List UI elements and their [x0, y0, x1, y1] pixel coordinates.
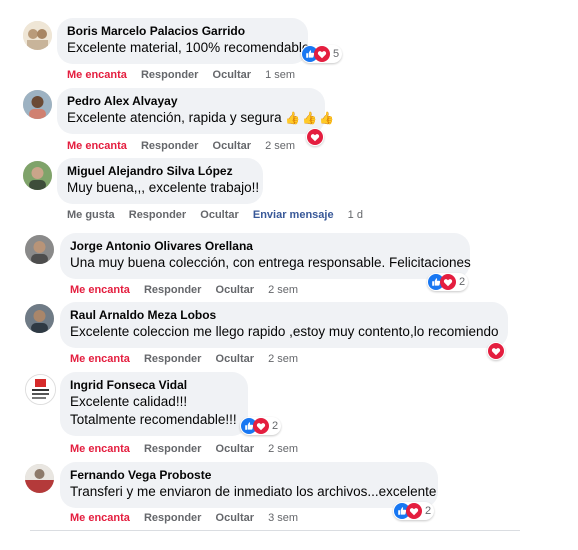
comment-author[interactable]: Boris Marcelo Palacios Garrido: [67, 24, 298, 39]
timestamp[interactable]: 2 sem: [268, 284, 298, 296]
avatar[interactable]: [23, 90, 52, 119]
comment-actions: Me encanta Responder Ocultar 1 sem: [67, 68, 306, 82]
hide-button[interactable]: Ocultar: [216, 443, 255, 455]
love-button[interactable]: Me encanta: [67, 140, 127, 152]
timestamp[interactable]: 2 sem: [265, 140, 295, 152]
comment-actions: Me encanta Responder Ocultar 2 sem: [67, 139, 306, 153]
love-reaction-icon: [440, 274, 456, 290]
reply-button[interactable]: Responder: [129, 209, 186, 221]
hide-button[interactable]: Ocultar: [200, 209, 239, 221]
comment-text: Excelente atención, rapida y segura 👍👍👍: [67, 109, 334, 127]
reaction-count: 2: [425, 505, 432, 517]
comment-author[interactable]: Ingrid Fonseca Vidal: [70, 378, 238, 393]
love-reaction-icon: [314, 46, 330, 62]
comment-text: Transferi y me enviaron de inmediato los…: [70, 484, 437, 499]
hide-button[interactable]: Ocultar: [216, 353, 255, 365]
love-button[interactable]: Me encanta: [67, 69, 127, 81]
thumbs-up-emoji: 👍👍👍: [285, 111, 337, 125]
comment-bubble: Fernando Vega Proboste Transferi y me en…: [60, 462, 438, 508]
reaction-count: 2: [459, 276, 466, 288]
timestamp[interactable]: 1 d: [348, 209, 363, 221]
avatar[interactable]: [25, 374, 56, 405]
timestamp[interactable]: 2 sem: [268, 353, 298, 365]
comment-actions: Me encanta Responder Ocultar 2 sem: [70, 442, 309, 456]
love-reaction-icon: [488, 343, 504, 359]
hide-button[interactable]: Ocultar: [213, 69, 252, 81]
love-button[interactable]: Me encanta: [70, 512, 130, 524]
reaction-summary[interactable]: 2: [240, 417, 282, 435]
comment-author[interactable]: Jorge Antonio Olivares Orellana: [70, 239, 460, 254]
hide-button[interactable]: Ocultar: [213, 140, 252, 152]
comment-author[interactable]: Raul Arnaldo Meza Lobos: [70, 308, 498, 323]
reply-button[interactable]: Responder: [144, 284, 201, 296]
comment-author[interactable]: Pedro Alex Alvayay: [67, 94, 315, 109]
like-button[interactable]: Me gusta: [67, 209, 115, 221]
reply-button[interactable]: Responder: [144, 443, 201, 455]
comment-actions: Me encanta Responder Ocultar 2 sem: [70, 352, 309, 366]
comment-bubble: Ingrid Fonseca Vidal Excelente calidad!!…: [60, 372, 248, 436]
comment-author[interactable]: Fernando Vega Proboste: [70, 468, 428, 483]
comment-text: Muy buena,,, excelente trabajo!!: [67, 180, 260, 195]
reaction-summary[interactable]: 2: [393, 502, 435, 520]
hide-button[interactable]: Ocultar: [216, 512, 255, 524]
love-button[interactable]: Me encanta: [70, 443, 130, 455]
avatar[interactable]: [25, 304, 54, 333]
avatar[interactable]: [25, 464, 54, 493]
comment-text: Excelente material, 100% recomendable.: [67, 40, 314, 55]
timestamp[interactable]: 3 sem: [268, 512, 298, 524]
divider: [30, 530, 520, 531]
comment-bubble: Miguel Alejandro Silva López Muy buena,,…: [57, 158, 263, 204]
reply-button[interactable]: Responder: [141, 69, 198, 81]
comment-text-line-2: Totalmente recomendable!!!: [70, 412, 237, 427]
reaction-summary[interactable]: 5: [301, 45, 343, 63]
reaction-summary[interactable]: [306, 128, 324, 146]
comment-text: Una muy buena colección, con entrega res…: [70, 255, 471, 270]
comment-bubble: Jorge Antonio Olivares Orellana Una muy …: [60, 233, 471, 279]
reaction-count: 5: [333, 48, 340, 60]
timestamp[interactable]: 2 sem: [268, 443, 298, 455]
comment-actions: Me encanta Responder Ocultar 3 sem: [70, 511, 309, 525]
reply-button[interactable]: Responder: [141, 140, 198, 152]
reply-button[interactable]: Responder: [144, 353, 201, 365]
love-button[interactable]: Me encanta: [70, 353, 130, 365]
comment-actions: Me encanta Responder Ocultar 2 sem: [70, 283, 309, 297]
send-message-button[interactable]: Enviar mensaje: [253, 209, 334, 221]
love-reaction-icon: [253, 418, 269, 434]
comment-text: Excelente coleccion me llego rapido ,est…: [70, 324, 499, 339]
comment-text-line-1: Excelente calidad!!!: [70, 394, 188, 409]
avatar[interactable]: [25, 235, 54, 264]
love-reaction-icon: [406, 503, 422, 519]
comment-author[interactable]: Miguel Alejandro Silva López: [67, 164, 253, 179]
comment-actions: Me gusta Responder Ocultar Enviar mensaj…: [67, 208, 374, 222]
hide-button[interactable]: Ocultar: [216, 284, 255, 296]
timestamp[interactable]: 1 sem: [265, 69, 295, 81]
comment-bubble: Pedro Alex Alvayay Excelente atención, r…: [57, 88, 334, 134]
reaction-summary[interactable]: [487, 342, 505, 360]
love-reaction-icon: [307, 129, 323, 145]
comment-bubble: Raul Arnaldo Meza Lobos Excelente colecc…: [60, 302, 508, 348]
comment-bubble: Boris Marcelo Palacios Garrido Excelente…: [57, 18, 314, 64]
reaction-count: 2: [272, 420, 279, 432]
reply-button[interactable]: Responder: [144, 512, 201, 524]
avatar[interactable]: [23, 21, 52, 50]
comment-text-body: Excelente atención, rapida y segura: [67, 110, 282, 125]
reaction-summary[interactable]: 2: [427, 273, 469, 291]
love-button[interactable]: Me encanta: [70, 284, 130, 296]
avatar[interactable]: [23, 161, 52, 190]
